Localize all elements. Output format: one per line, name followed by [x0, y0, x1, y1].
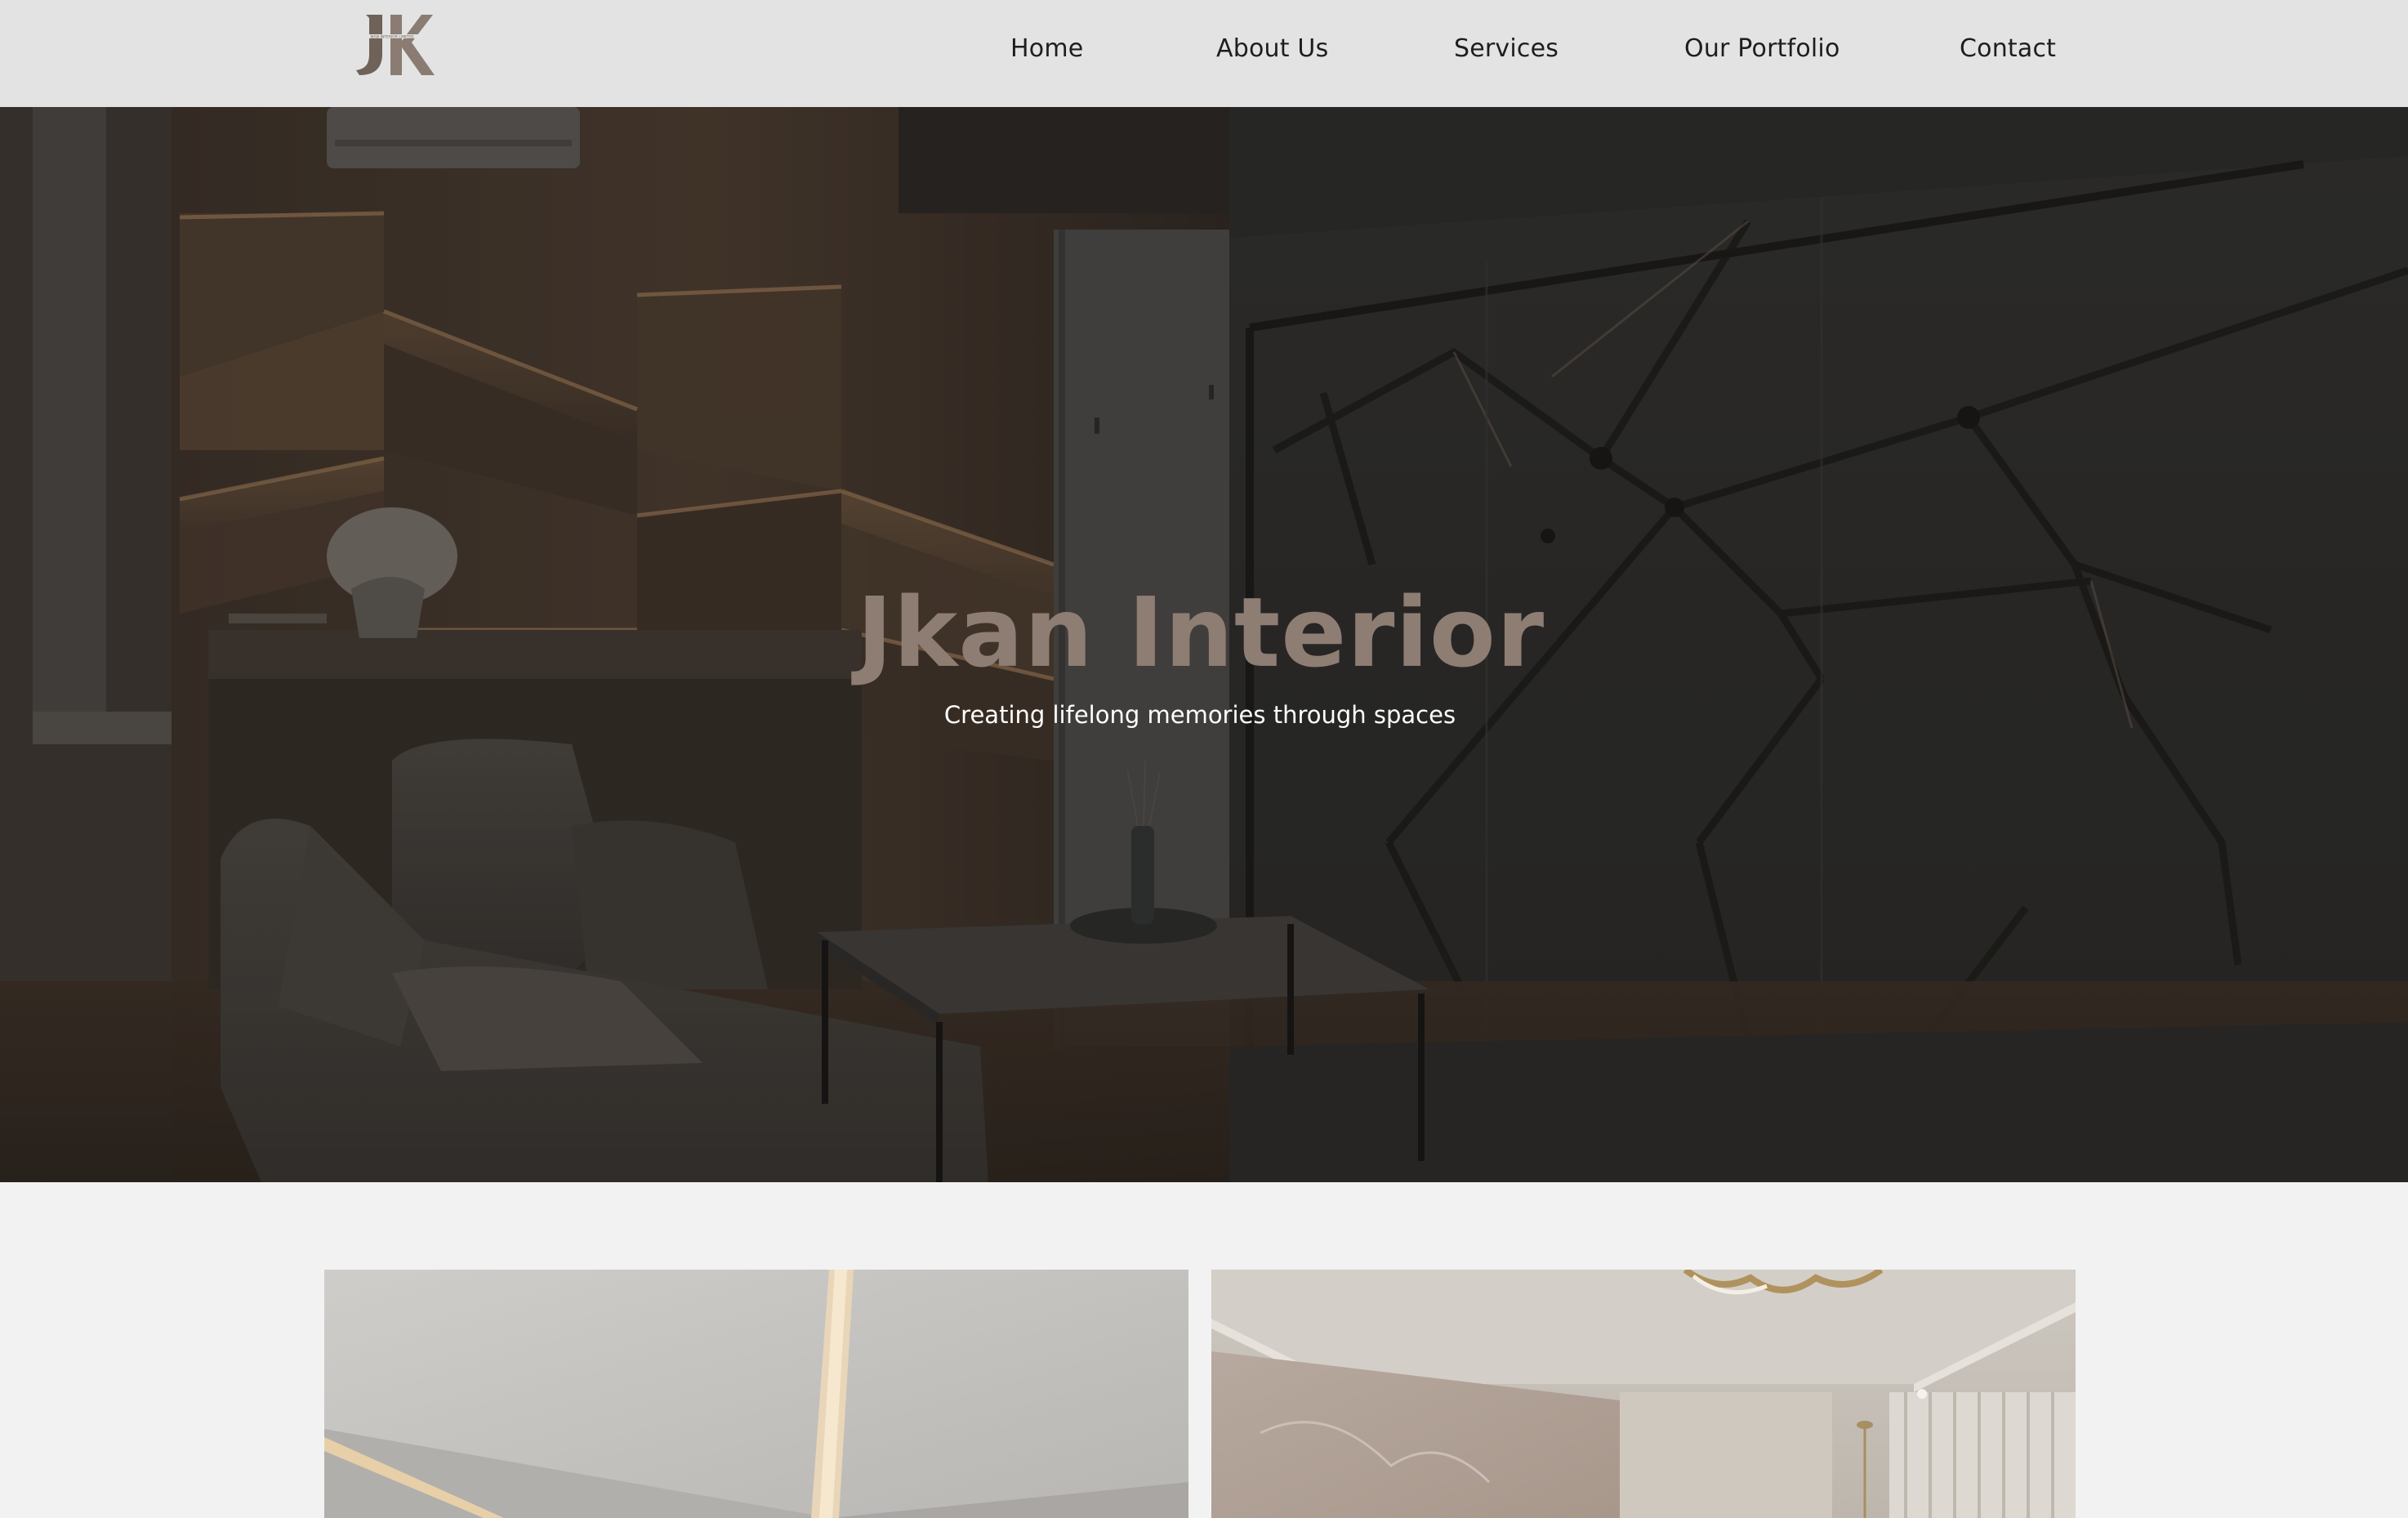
gallery-image-bedroom[interactable] — [1211, 1270, 2076, 1518]
gallery-image-ceiling[interactable] — [324, 1270, 1188, 1518]
nav-home-link[interactable]: Home — [1010, 31, 1083, 67]
nav-about-us-link[interactable]: About Us — [1216, 31, 1328, 67]
hero-section: Jkan Interior Creating lifelong memories… — [0, 107, 2408, 1182]
hero-subtitle: Creating lifelong memories through space… — [943, 701, 1456, 729]
ceiling-photo — [324, 1270, 1188, 1518]
logo-tagline: JKAN INTERIOR LIMITED — [369, 35, 414, 40]
bedroom-photo — [1211, 1270, 2076, 1518]
nav-services-link[interactable]: Services — [1454, 31, 1559, 67]
nav-our-portfolio-link[interactable]: Our Portfolio — [1684, 31, 1840, 67]
hero-title: Jkan Interior — [856, 576, 1545, 689]
jk-logo[interactable]: JKAN INTERIOR LIMITED — [346, 10, 436, 78]
top-navbar: JKAN INTERIOR LIMITED Home About Us Serv… — [0, 0, 2408, 107]
nav-contact-link[interactable]: Contact — [1960, 31, 2056, 67]
